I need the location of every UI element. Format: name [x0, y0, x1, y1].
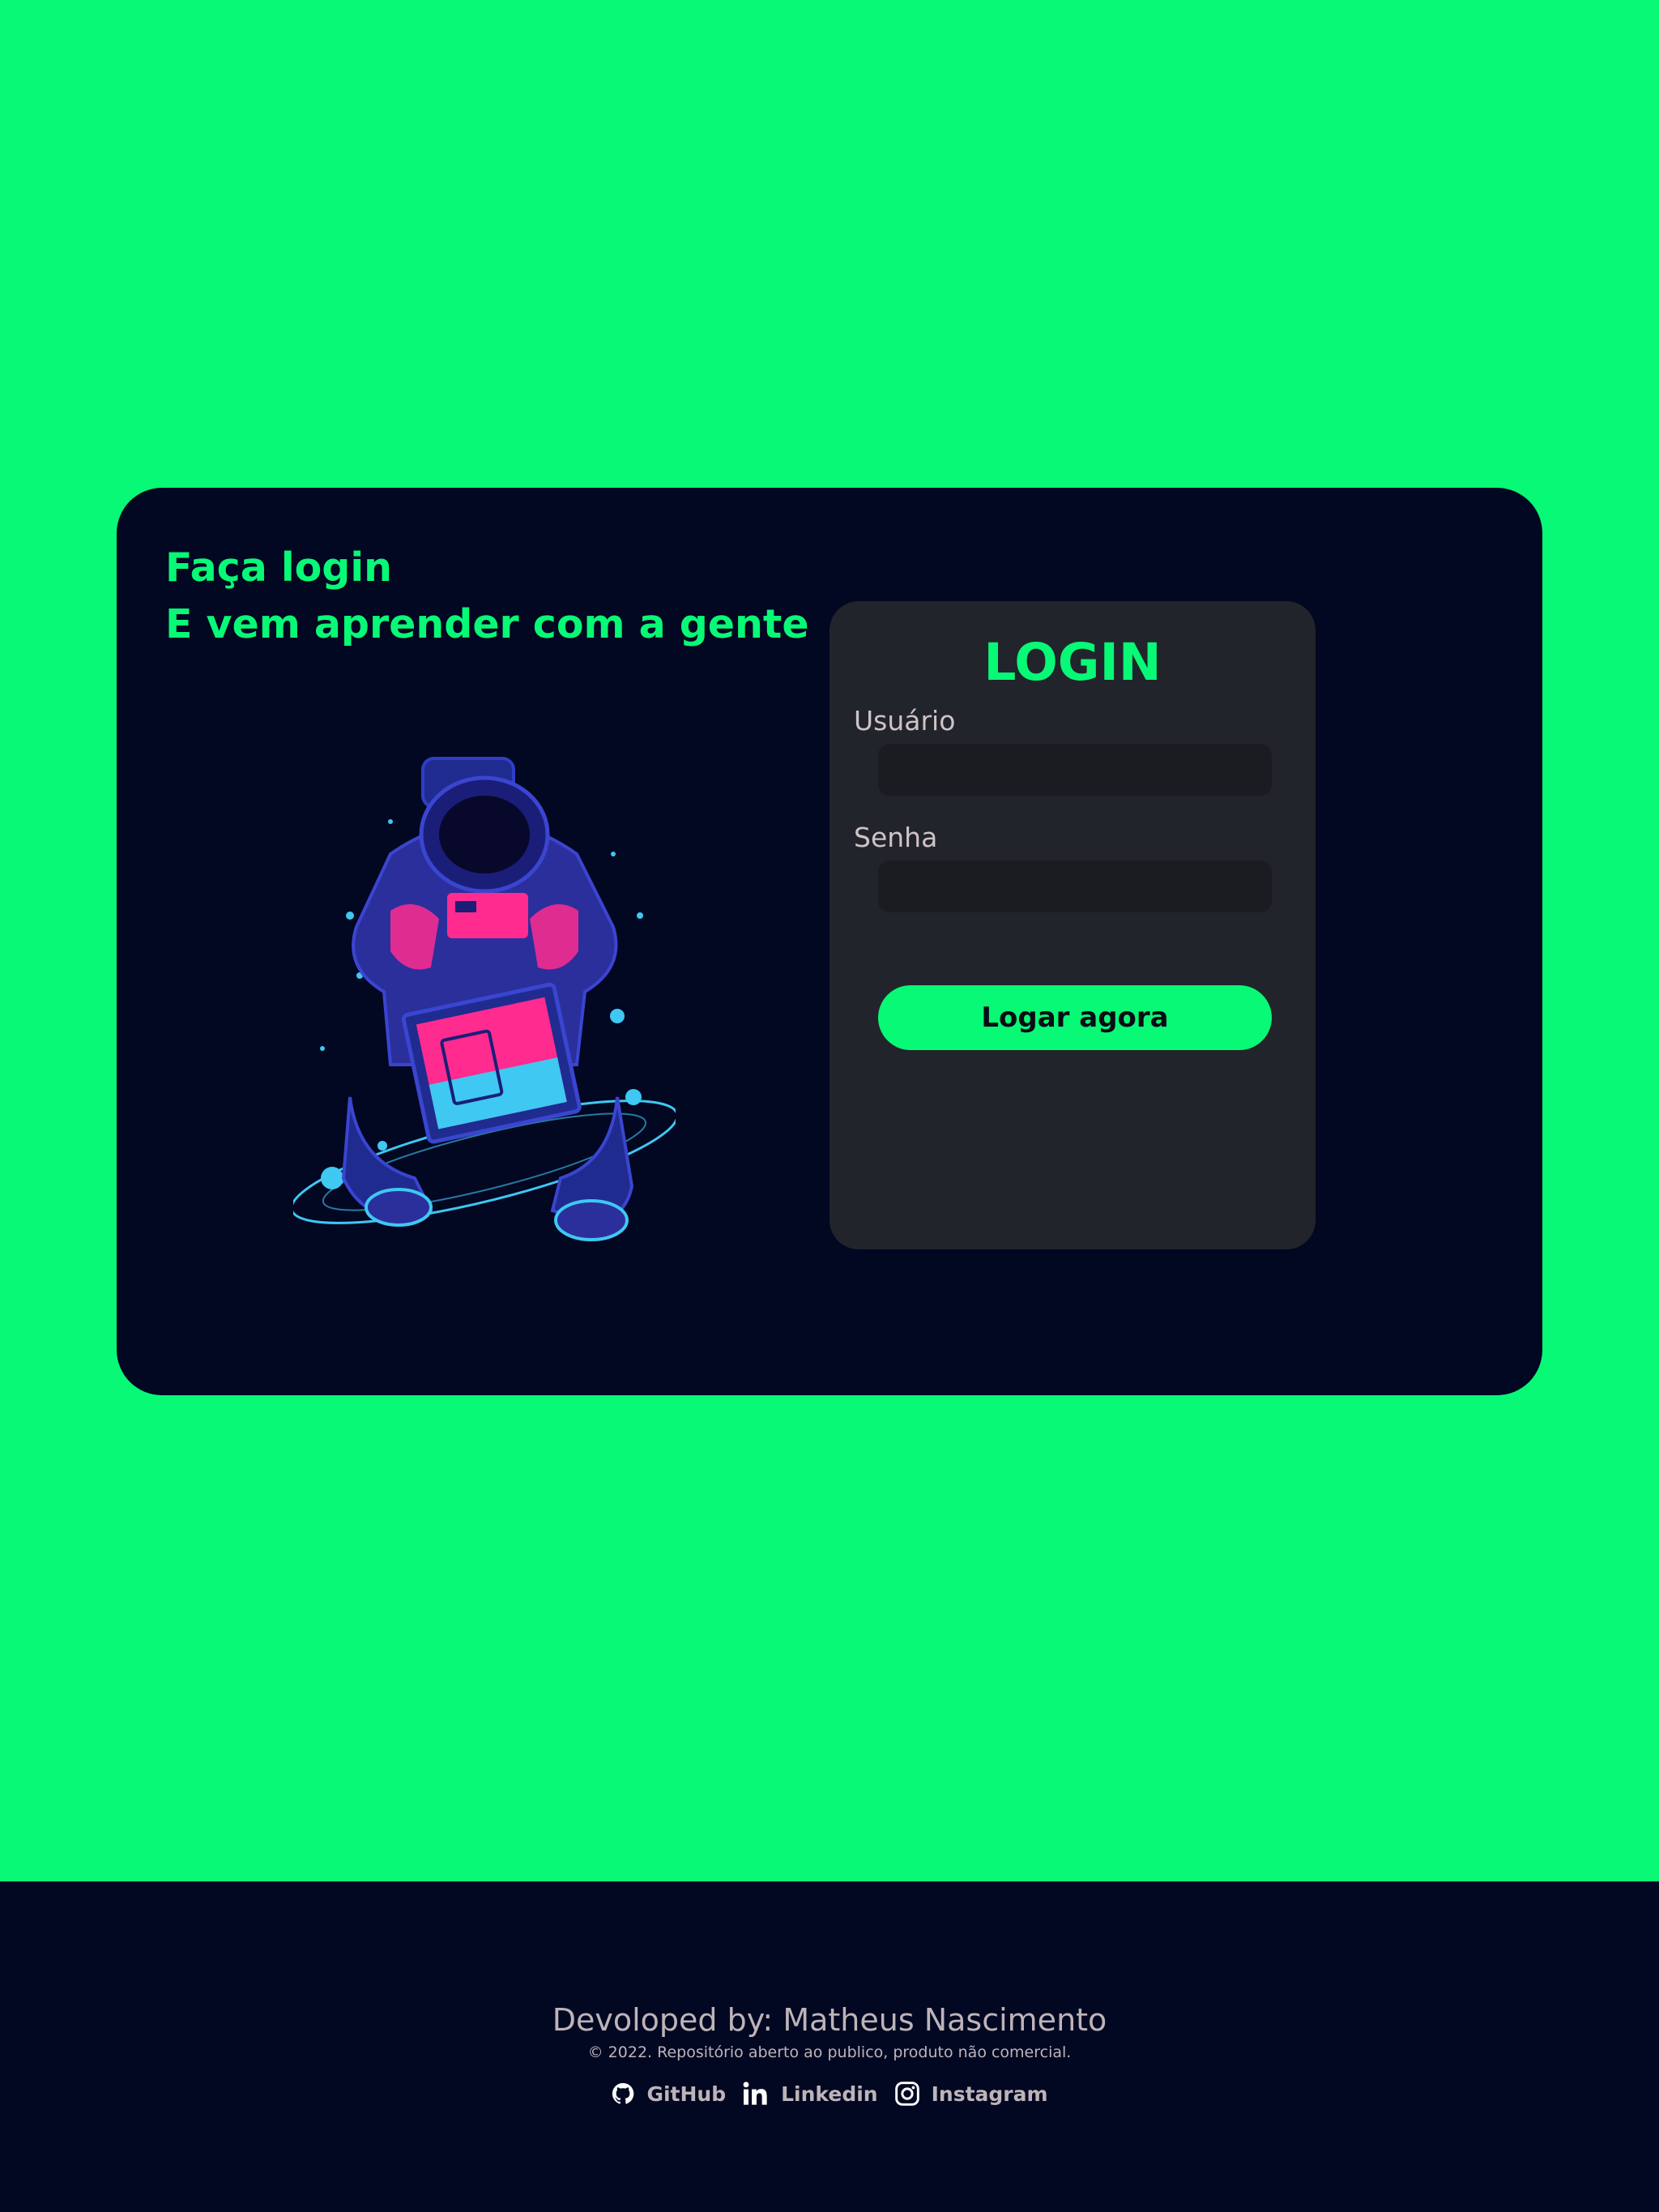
password-input[interactable] — [878, 860, 1272, 912]
linkedin-link[interactable]: Linkedin — [742, 2082, 878, 2106]
welcome-line-1: Faça login — [165, 544, 393, 591]
login-form-panel: LOGIN Usuário Senha Logar agora — [830, 601, 1316, 1249]
instagram-icon — [894, 2082, 919, 2106]
welcome-heading: Faça login E vem aprender com a gente — [165, 540, 809, 653]
username-input[interactable] — [878, 744, 1272, 796]
footer-developer-credit: Devoloped by: Matheus Nascimento — [552, 2002, 1107, 2038]
social-links: GitHub Linkedin Instagram — [0, 2081, 1659, 2107]
username-label: Usuário — [854, 705, 956, 737]
password-label: Senha — [854, 822, 938, 853]
github-link[interactable]: GitHub — [611, 2081, 726, 2107]
instagram-link-label: Instagram — [931, 2082, 1048, 2106]
footer-copyright: © 2022. Repositório aberto ao publico, p… — [587, 2043, 1072, 2061]
main-area: Faça login E vem aprender com a gente LO… — [0, 0, 1659, 1881]
login-title: LOGIN — [983, 633, 1162, 692]
github-icon — [612, 2082, 634, 2104]
github-link-label: GitHub — [646, 2082, 727, 2106]
login-card: Faça login E vem aprender com a gente LO… — [117, 488, 1542, 1395]
page-footer: Devoloped by: Matheus Nascimento © 2022.… — [0, 1881, 1659, 2212]
linkedin-icon — [743, 2082, 767, 2105]
linkedin-link-label: Linkedin — [781, 2082, 878, 2106]
login-submit-button[interactable]: Logar agora — [878, 985, 1272, 1050]
welcome-line-2: E vem aprender com a gente — [165, 601, 809, 647]
instagram-link[interactable]: Instagram — [894, 2081, 1048, 2107]
astronaut-illustration — [293, 757, 676, 1241]
